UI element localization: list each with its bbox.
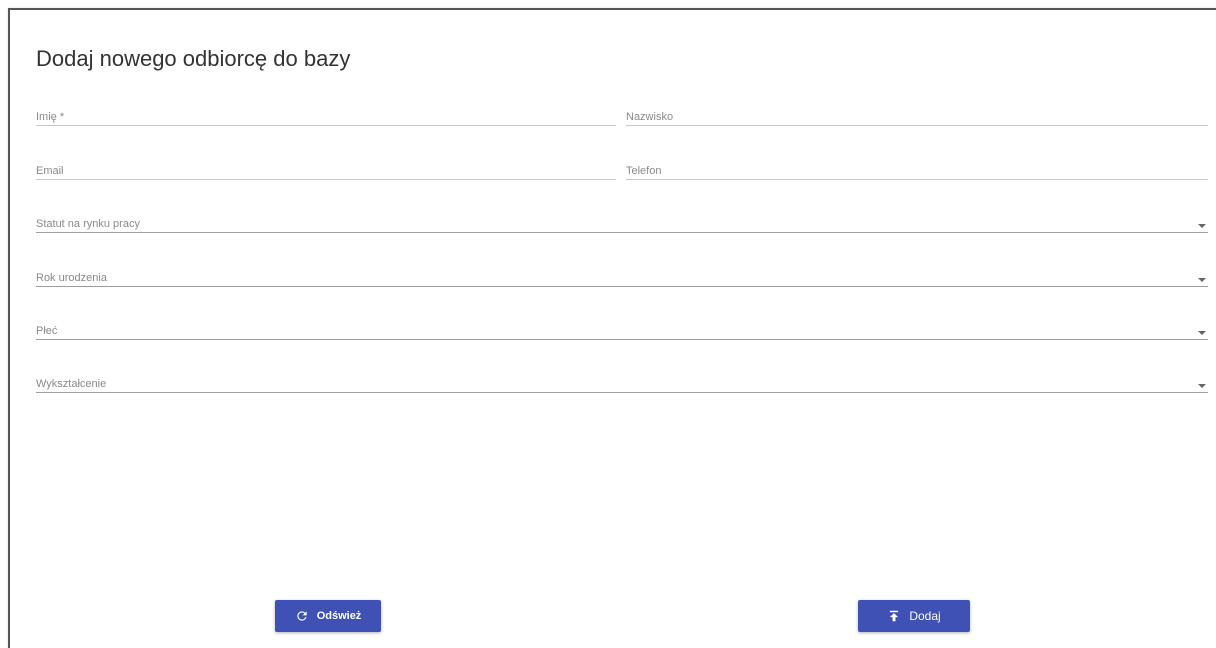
add-button-label: Dodaj — [909, 609, 941, 623]
chevron-down-icon — [1198, 331, 1206, 335]
email-label: Email — [36, 165, 64, 177]
email-field[interactable]: Email — [36, 162, 616, 180]
chevron-down-icon — [1198, 384, 1206, 388]
first-name-field[interactable]: Imię * — [36, 108, 616, 126]
gender-label: Płeć — [36, 325, 58, 337]
page-title: Dodaj nowego odbiorcę do bazy — [36, 46, 351, 71]
refresh-button[interactable]: Odśwież — [275, 600, 381, 632]
chevron-down-icon — [1198, 224, 1206, 228]
education-select[interactable]: Wykształcenie — [36, 375, 1208, 393]
birth-year-label: Rok urodzenia — [36, 272, 107, 284]
refresh-button-label: Odśwież — [316, 610, 362, 622]
last-name-label: Nazwisko — [626, 111, 674, 123]
add-button[interactable]: Dodaj — [858, 600, 970, 632]
phone-label: Telefon — [626, 165, 662, 177]
education-label: Wykształcenie — [36, 378, 107, 390]
chevron-down-icon — [1198, 278, 1206, 282]
first-name-label: Imię * — [36, 111, 65, 123]
labor-status-select[interactable]: Statut na rynku pracy — [36, 215, 1208, 233]
upload-icon — [887, 609, 901, 623]
birth-year-select[interactable]: Rok urodzenia — [36, 269, 1208, 287]
refresh-icon — [295, 609, 309, 623]
labor-status-label: Statut na rynku pracy — [36, 218, 140, 230]
gender-select[interactable]: Płeć — [36, 322, 1208, 340]
phone-field[interactable]: Telefon — [626, 162, 1208, 180]
form-panel: Dodaj nowego odbiorcę do bazy Imię * Naz… — [8, 8, 1216, 648]
last-name-field[interactable]: Nazwisko — [626, 108, 1208, 126]
